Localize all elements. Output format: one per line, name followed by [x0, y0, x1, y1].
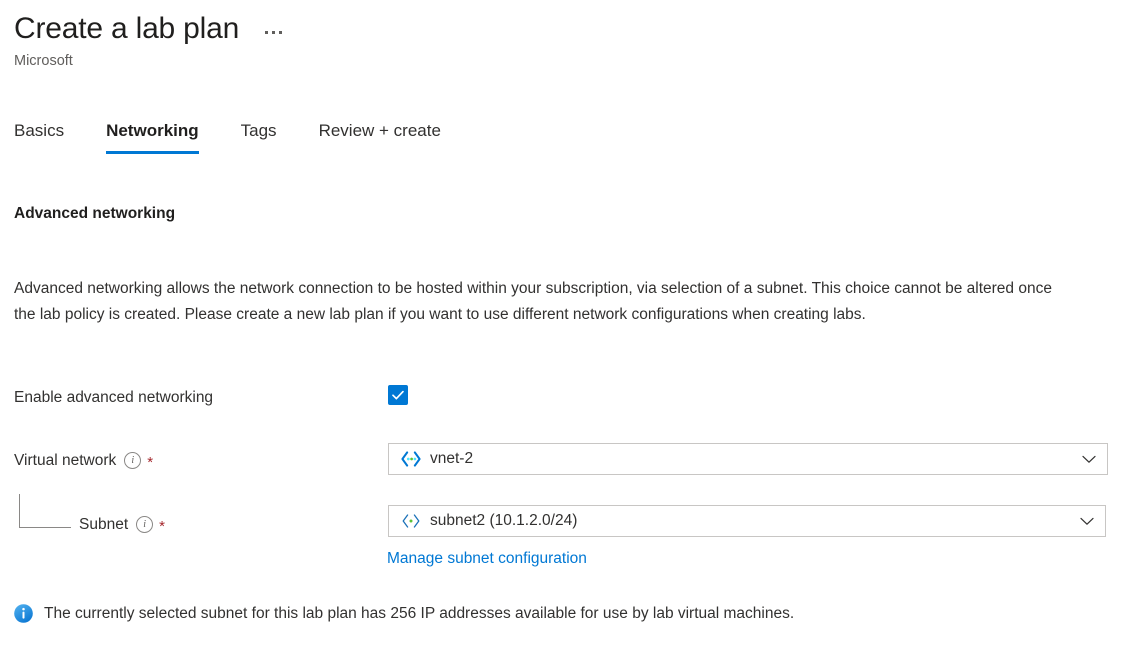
virtual-network-dropdown[interactable]: vnet-2: [388, 443, 1108, 475]
ellipsis-dot: [272, 30, 276, 34]
required-asterisk: *: [147, 454, 154, 471]
subnet-tree-connector: [19, 494, 71, 528]
enable-advanced-networking-checkbox[interactable]: [388, 385, 408, 405]
tab-basics[interactable]: Basics: [14, 120, 64, 154]
ellipsis-dot: [265, 30, 269, 34]
page-header: Create a lab plan Microsoft: [14, 10, 286, 71]
manage-subnet-configuration-link[interactable]: Manage subnet configuration: [387, 548, 587, 569]
section-description: Advanced networking allows the network c…: [14, 280, 1052, 323]
virtual-network-label: Virtual network i *: [14, 450, 153, 471]
title-row: Create a lab plan: [14, 10, 286, 48]
subnet-info-message-text: The currently selected subnet for this l…: [44, 605, 795, 622]
page-title: Create a lab plan: [14, 12, 240, 45]
virtual-network-label-text: Virtual network: [14, 452, 117, 469]
enable-advanced-networking-label-text: Enable advanced networking: [14, 389, 214, 406]
checkmark-icon: [392, 390, 404, 400]
enable-advanced-networking-label: Enable advanced networking: [14, 387, 213, 408]
info-circle-icon[interactable]: i: [136, 516, 154, 533]
info-filled-icon: [14, 604, 33, 628]
section-heading: Advanced networking: [14, 205, 176, 222]
chevron-down-icon[interactable]: [1080, 517, 1094, 526]
subnet-label-text: Subnet: [79, 516, 129, 533]
subnet-icon: [401, 513, 421, 529]
tab-tags[interactable]: Tags: [241, 120, 277, 154]
create-lab-plan-page: Create a lab plan Microsoft Basics Netwo…: [0, 0, 1144, 658]
subnet-dropdown[interactable]: subnet2 (10.1.2.0/24): [388, 505, 1106, 537]
virtual-network-value: vnet-2: [430, 450, 474, 467]
virtual-network-icon: [401, 451, 421, 467]
subnet-label: Subnet i *: [79, 514, 165, 535]
tab-networking[interactable]: Networking: [106, 120, 199, 154]
subnet-info-message: The currently selected subnet for this l…: [14, 603, 794, 628]
ellipsis-horizontal-icon[interactable]: [261, 26, 286, 39]
ellipsis-dot: [279, 30, 283, 34]
info-circle-icon[interactable]: i: [124, 452, 142, 469]
page-subtitle: Microsoft: [14, 53, 73, 69]
tab-bar: Basics Networking Tags Review + create: [14, 120, 441, 154]
subnet-value: subnet2 (10.1.2.0/24): [430, 512, 578, 529]
tab-review-create[interactable]: Review + create: [319, 120, 441, 154]
required-asterisk: *: [159, 518, 165, 535]
chevron-down-icon[interactable]: [1082, 455, 1096, 464]
